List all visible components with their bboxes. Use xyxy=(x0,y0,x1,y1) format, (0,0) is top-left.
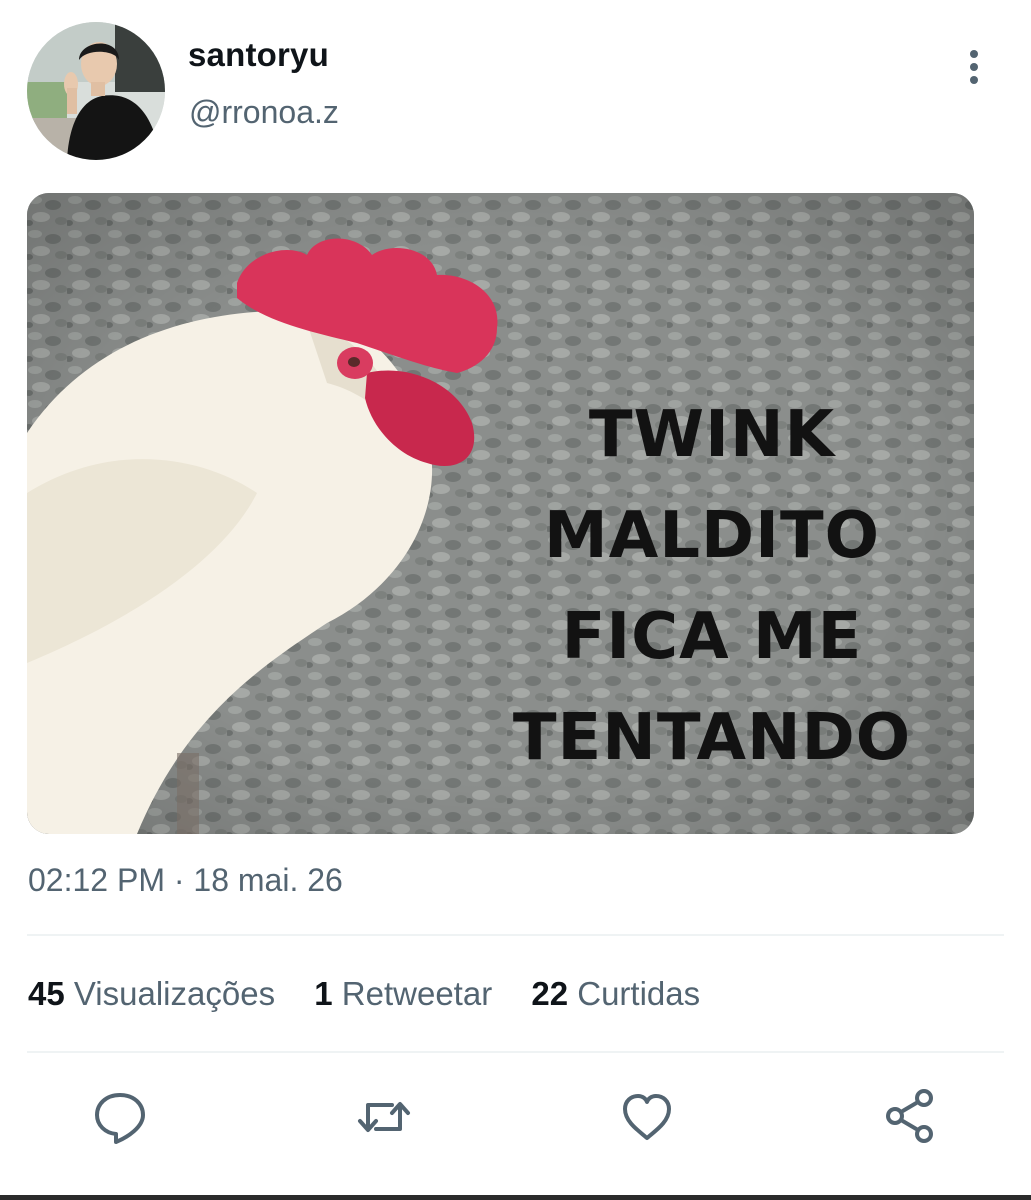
author-display-name[interactable]: santoryu xyxy=(188,36,329,74)
tweet-header: santoryu @rronoa.z xyxy=(0,0,1031,180)
retweets-count: 1 xyxy=(314,975,333,1012)
more-vertical-icon xyxy=(970,50,978,84)
like-icon xyxy=(623,1094,671,1140)
author-handle[interactable]: @rronoa.z xyxy=(189,94,339,131)
reply-icon xyxy=(95,1093,145,1144)
retweet-icon xyxy=(358,1102,410,1132)
likes-stat[interactable]: 22 Curtidas xyxy=(531,975,700,1013)
avatar[interactable] xyxy=(27,22,165,160)
caption-line: TENTANDO xyxy=(512,701,912,775)
bottom-border xyxy=(0,1195,1031,1200)
tweet-stats: 45 Visualizações 1 Retweetar 22 Curtidas xyxy=(28,975,730,1013)
meme-caption: TWINK MALDITO FICA ME TENTANDO xyxy=(417,385,974,789)
divider xyxy=(27,934,1004,936)
caption-line: MALDITO xyxy=(544,499,880,573)
views-count: 45 xyxy=(28,975,65,1012)
like-button[interactable] xyxy=(615,1085,679,1149)
likes-count: 22 xyxy=(531,975,569,1012)
retweets-label: Retweetar xyxy=(341,975,493,1012)
caption-line: FICA ME xyxy=(561,600,863,674)
likes-label: Curtidas xyxy=(577,975,701,1012)
avatar-photo xyxy=(27,22,165,160)
retweets-stat[interactable]: 1 Retweetar xyxy=(314,975,492,1013)
caption-line: TWINK xyxy=(588,398,836,472)
more-options-button[interactable] xyxy=(950,44,998,92)
views-label: Visualizações xyxy=(73,975,276,1012)
tweet-actions-bar xyxy=(0,1085,1031,1149)
retweet-button[interactable] xyxy=(352,1085,416,1149)
share-button[interactable] xyxy=(878,1085,942,1149)
divider xyxy=(27,1051,1004,1053)
tweet-media-image[interactable]: TWINK MALDITO FICA ME TENTANDO xyxy=(27,193,974,834)
share-icon xyxy=(886,1089,933,1143)
tweet-timestamp[interactable]: 02:12 PM · 18 mai. 26 xyxy=(28,862,343,899)
reply-button[interactable] xyxy=(88,1085,152,1149)
views-stat[interactable]: 45 Visualizações xyxy=(28,975,275,1013)
